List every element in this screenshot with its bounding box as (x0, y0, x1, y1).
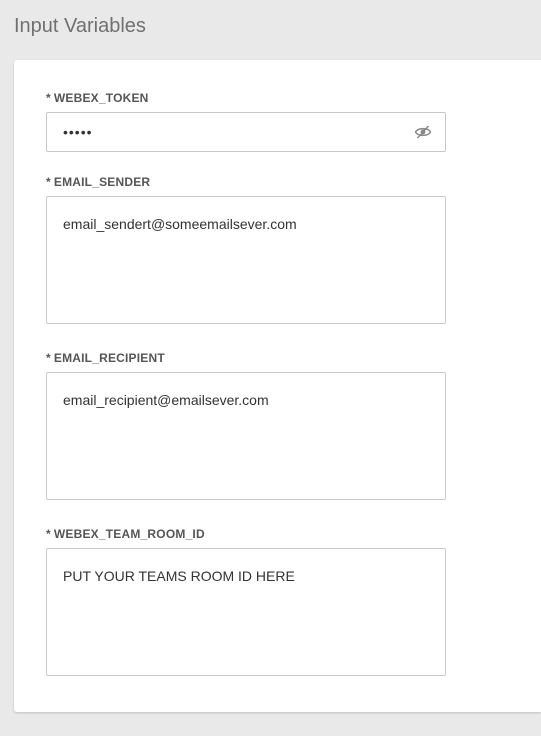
required-marker: * (46, 527, 51, 541)
email-recipient-value: email_recipient@emailsever.com (63, 392, 269, 408)
input-variables-form: * WEBEX_TOKEN ••••• * EMAIL_SENDER email_s… (14, 60, 541, 712)
webex-token-field[interactable]: ••••• (46, 112, 446, 152)
required-marker: * (46, 175, 51, 189)
email-recipient-textarea[interactable]: email_recipient@emailsever.com (46, 372, 446, 500)
webex-token-masked-value: ••••• (63, 124, 93, 140)
email-sender-textarea[interactable]: email_sendert@someemailsever.com (46, 196, 446, 324)
webex-team-room-id-value: PUT YOUR TEAMS ROOM ID HERE (63, 568, 295, 584)
webex-token-label: * WEBEX_TOKEN (46, 90, 149, 106)
webex-team-room-id-label: * WEBEX_TEAM_ROOM_ID (46, 526, 205, 542)
webex-team-room-id-label-text: WEBEX_TEAM_ROOM_ID (53, 527, 205, 541)
webex-team-room-id-textarea[interactable]: PUT YOUR TEAMS ROOM ID HERE (46, 548, 446, 676)
page-title: Input Variables (14, 15, 146, 37)
email-recipient-label: * EMAIL_RECIPIENT (46, 350, 165, 366)
eye-slash-icon[interactable] (414, 123, 432, 141)
required-marker: * (46, 91, 51, 105)
required-marker: * (46, 351, 51, 365)
email-sender-label-text: EMAIL_SENDER (53, 175, 151, 189)
email-sender-label: * EMAIL_SENDER (46, 174, 150, 190)
email-recipient-label-text: EMAIL_RECIPIENT (53, 351, 165, 365)
email-sender-value: email_sendert@someemailsever.com (63, 216, 297, 232)
webex-token-label-text: WEBEX_TOKEN (53, 91, 149, 105)
